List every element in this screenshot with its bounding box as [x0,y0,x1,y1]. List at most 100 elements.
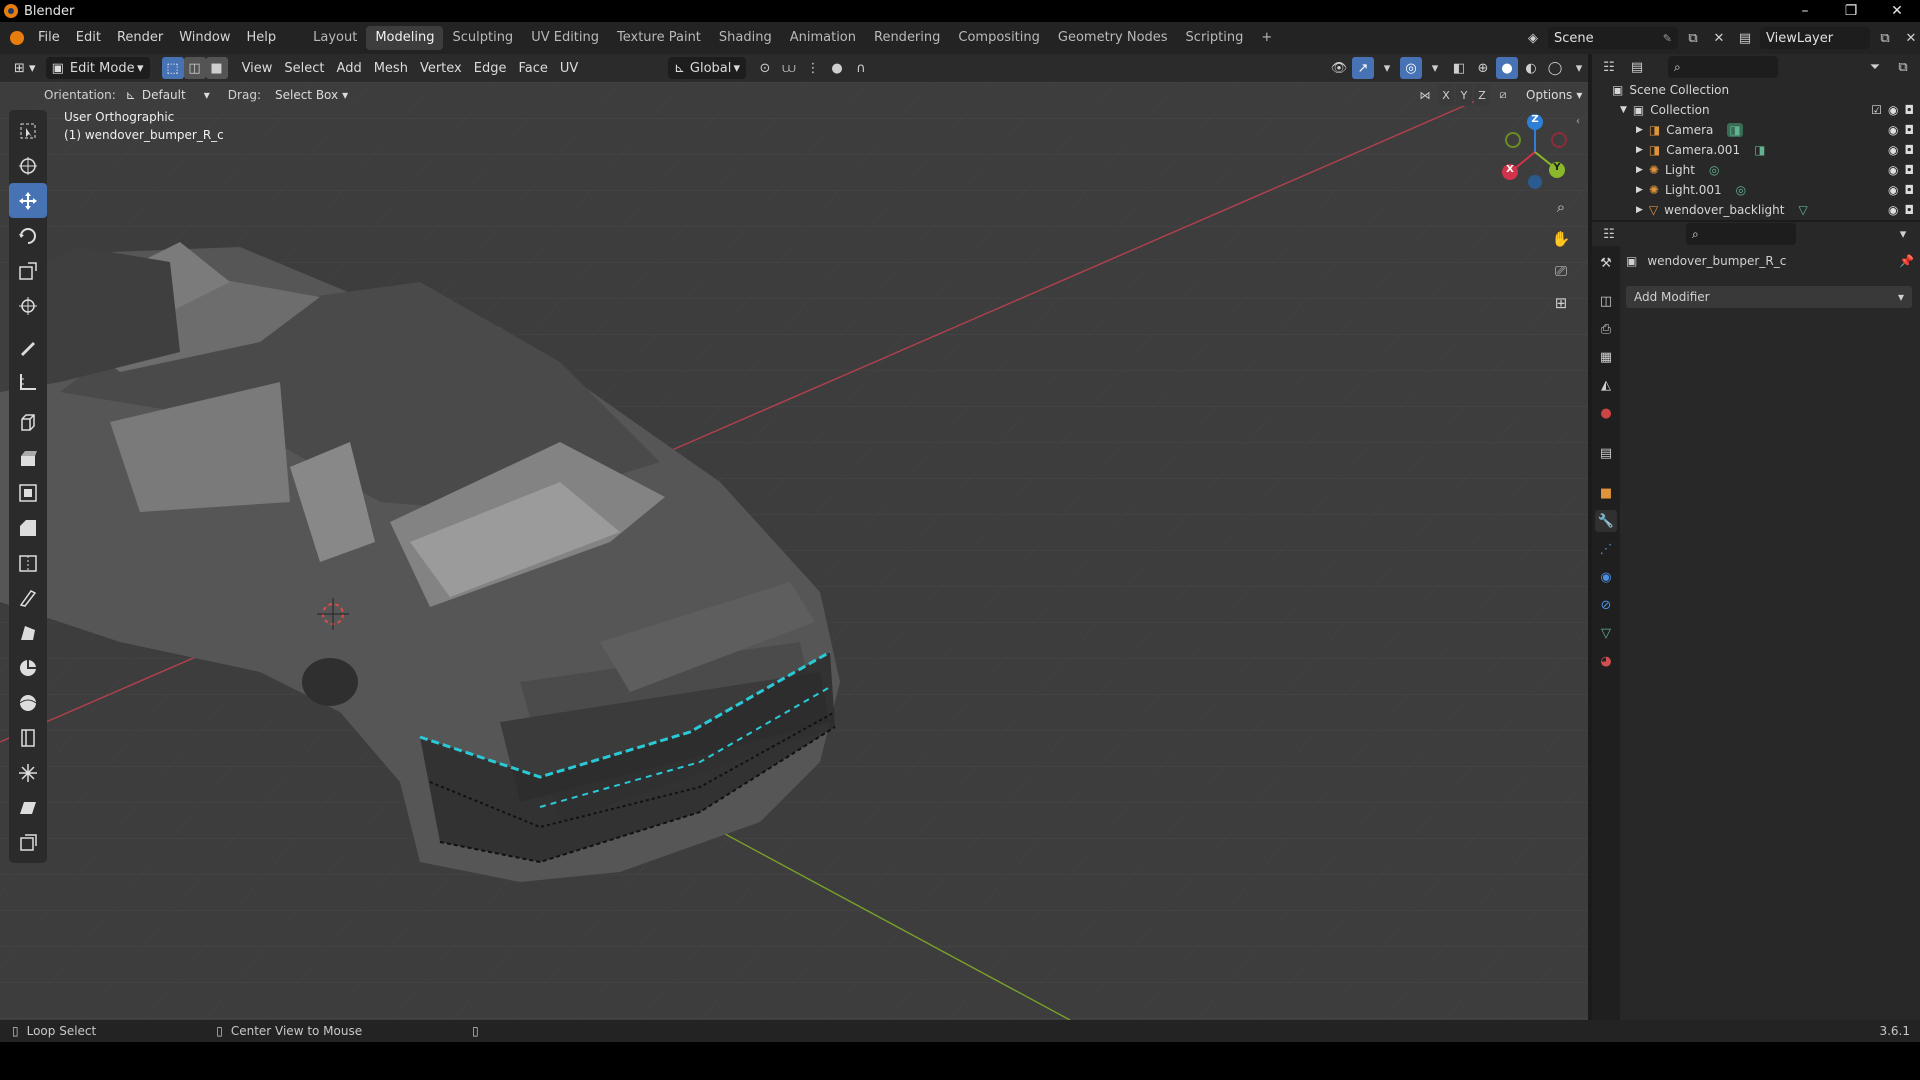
xray-icon[interactable]: ◧ [1448,57,1470,79]
expand-arrow-icon[interactable]: ▶ [1636,125,1643,135]
pan-hand-icon[interactable]: ✋ [1548,226,1574,252]
options-dropdown[interactable]: Options ▾ [1520,84,1588,106]
gizmo-toggle-icon[interactable]: ↗ [1352,57,1374,79]
tab-sculpting[interactable]: Sculpting [443,26,522,50]
annotate-tool[interactable] [9,329,47,364]
perspective-toggle-icon[interactable]: ⊞ [1548,290,1574,316]
tab-compositing[interactable]: Compositing [949,26,1049,50]
add-cube-tool[interactable] [9,405,47,440]
scene-field[interactable]: Scene ✎ [1548,27,1678,49]
tab-modeling[interactable]: Modeling [366,26,444,50]
camera-view-icon[interactable]: ⎚ [1548,258,1574,284]
shading-dropdown-icon[interactable]: ▾ [1568,57,1590,79]
minimize-button[interactable]: – [1782,0,1828,22]
falloff-icon[interactable]: ∩ [850,57,872,79]
outliner-search-input[interactable]: ⌕ [1668,56,1778,78]
overlay-dropdown-icon[interactable]: ▾ [1424,57,1446,79]
menu-mesh[interactable]: Mesh [368,57,414,79]
editor-type-button[interactable]: ⊞ ▾ [8,57,42,79]
menu-help[interactable]: Help [239,27,285,49]
face-select-icon[interactable]: ■ [205,57,228,79]
vertex-select-icon[interactable]: ⬚ [161,57,184,79]
extrude-tool[interactable] [9,440,47,475]
menu-vertex[interactable]: Vertex [414,57,468,79]
gizmo-dropdown-icon[interactable]: ▾ [1376,57,1398,79]
physics-tab-icon[interactable]: ◉ [1595,566,1617,588]
tool-tab-icon[interactable]: ⚒ [1595,252,1617,274]
render-tab-icon[interactable]: ◫ [1595,290,1617,312]
mode-dropdown[interactable]: ▣ Edit Mode ▾ [45,57,150,79]
camera-render-icon[interactable]: ◘ [1905,203,1915,217]
mirror-y-button[interactable]: Y [1456,84,1472,106]
view-layer-tab-icon[interactable]: ▦ [1595,346,1617,368]
mirror-z-button[interactable]: Z [1474,84,1490,106]
eye-icon[interactable]: ◉ [1888,143,1898,157]
pin-icon[interactable]: 📌 [1899,254,1914,268]
menu-view[interactable]: View [236,57,279,79]
expand-arrow-icon[interactable]: ▶ [1636,185,1643,195]
mirror-icon[interactable]: ⋈ [1414,84,1436,106]
menu-select[interactable]: Select [278,57,330,79]
expand-arrow-icon[interactable]: ▶ [1636,165,1643,175]
zoom-icon[interactable]: ⌕ [1548,194,1574,220]
display-mode-icon[interactable]: ▤ [1626,56,1648,78]
modifier-tab-icon[interactable]: 🔧 [1595,510,1617,532]
inset-tool[interactable] [9,475,47,510]
rendered-shading-icon[interactable]: ◯ [1544,57,1566,79]
eye-icon[interactable]: ◉ [1888,103,1898,117]
options-dropdown-icon[interactable]: ▾ [1892,223,1914,245]
knife-tool[interactable] [9,580,47,615]
measure-tool[interactable] [9,364,47,399]
snap-icon[interactable]: ⩊ [778,57,800,79]
light-data-icon[interactable]: ◎ [1709,163,1719,177]
menu-file[interactable]: File [30,27,68,49]
output-tab-icon[interactable]: ⎙ [1595,318,1617,340]
scale-tool[interactable] [9,253,47,288]
outliner-editor-type-icon[interactable]: ☷ [1598,56,1620,78]
rip-region-tool[interactable] [9,825,47,860]
snap-target-icon[interactable]: ⋮ [802,57,824,79]
move-tool[interactable] [9,183,47,218]
new-view-layer-icon[interactable]: ⧉ [1874,27,1896,49]
outliner-item-camera[interactable]: ▶ ◨ Camera ◨ ◉ ◘ [1592,120,1920,140]
scene-tab-icon[interactable]: ◭ [1595,374,1617,396]
pin-icon[interactable]: ✎ [1663,32,1672,45]
close-button[interactable]: ✕ [1874,0,1920,22]
smooth-tool[interactable] [9,685,47,720]
tab-texture-paint[interactable]: Texture Paint [608,26,710,50]
menu-window[interactable]: Window [171,27,238,49]
filter-icon[interactable]: ⏷ [1864,56,1886,78]
transform-tool[interactable] [9,288,47,323]
menu-edge[interactable]: Edge [468,57,513,79]
delete-scene-icon[interactable]: ✕ [1708,27,1730,49]
maximize-button[interactable]: ❐ [1828,0,1874,22]
light-data-icon[interactable]: ◎ [1736,183,1746,197]
material-tab-icon[interactable]: ◕ [1595,650,1617,672]
auto-merge-icon[interactable]: ⧄ [1492,84,1514,106]
pivot-point-icon[interactable]: ⊙ [754,57,776,79]
data-tab-icon[interactable]: ▽ [1595,622,1617,644]
eye-icon[interactable]: ◉ [1888,203,1898,217]
transform-orientation-dropdown[interactable]: ⊾ Global ▾ [668,57,746,79]
checkbox-icon[interactable]: ☑ [1871,103,1882,117]
tab-shading[interactable]: Shading [710,26,781,50]
scene-icon[interactable]: ◈ [1522,27,1544,49]
selectability-icon[interactable]: 👁 [1328,57,1350,79]
view-layer-field[interactable]: ViewLayer [1760,27,1870,49]
sidebar-collapse-icon[interactable]: ‹ [1576,116,1580,127]
expand-arrow-icon[interactable]: ▶ [1636,205,1643,215]
eye-icon[interactable]: ◉ [1888,183,1898,197]
outliner-item-light-001[interactable]: ▶ ✺ Light.001 ◎ ◉ ◘ [1592,180,1920,200]
camera-render-icon[interactable]: ◘ [1905,103,1915,117]
blender-menu-icon[interactable] [10,31,24,45]
eye-icon[interactable]: ◉ [1888,123,1898,137]
rotate-tool[interactable] [9,218,47,253]
add-modifier-dropdown[interactable]: Add Modifier ▾ [1626,286,1912,308]
outliner-item-camera-001[interactable]: ▶ ◨ Camera.001 ◨ ◉ ◘ [1592,140,1920,160]
outliner-item-wendover-backlight[interactable]: ▶ ▽ wendover_backlight ▽ ◉ ◘ [1592,200,1920,220]
outliner-item-light[interactable]: ▶ ✺ Light ◎ ◉ ◘ [1592,160,1920,180]
shear-tool[interactable] [9,790,47,825]
loop-cut-tool[interactable] [9,545,47,580]
menu-render[interactable]: Render [109,27,171,49]
tab-layout[interactable]: Layout [304,26,366,50]
